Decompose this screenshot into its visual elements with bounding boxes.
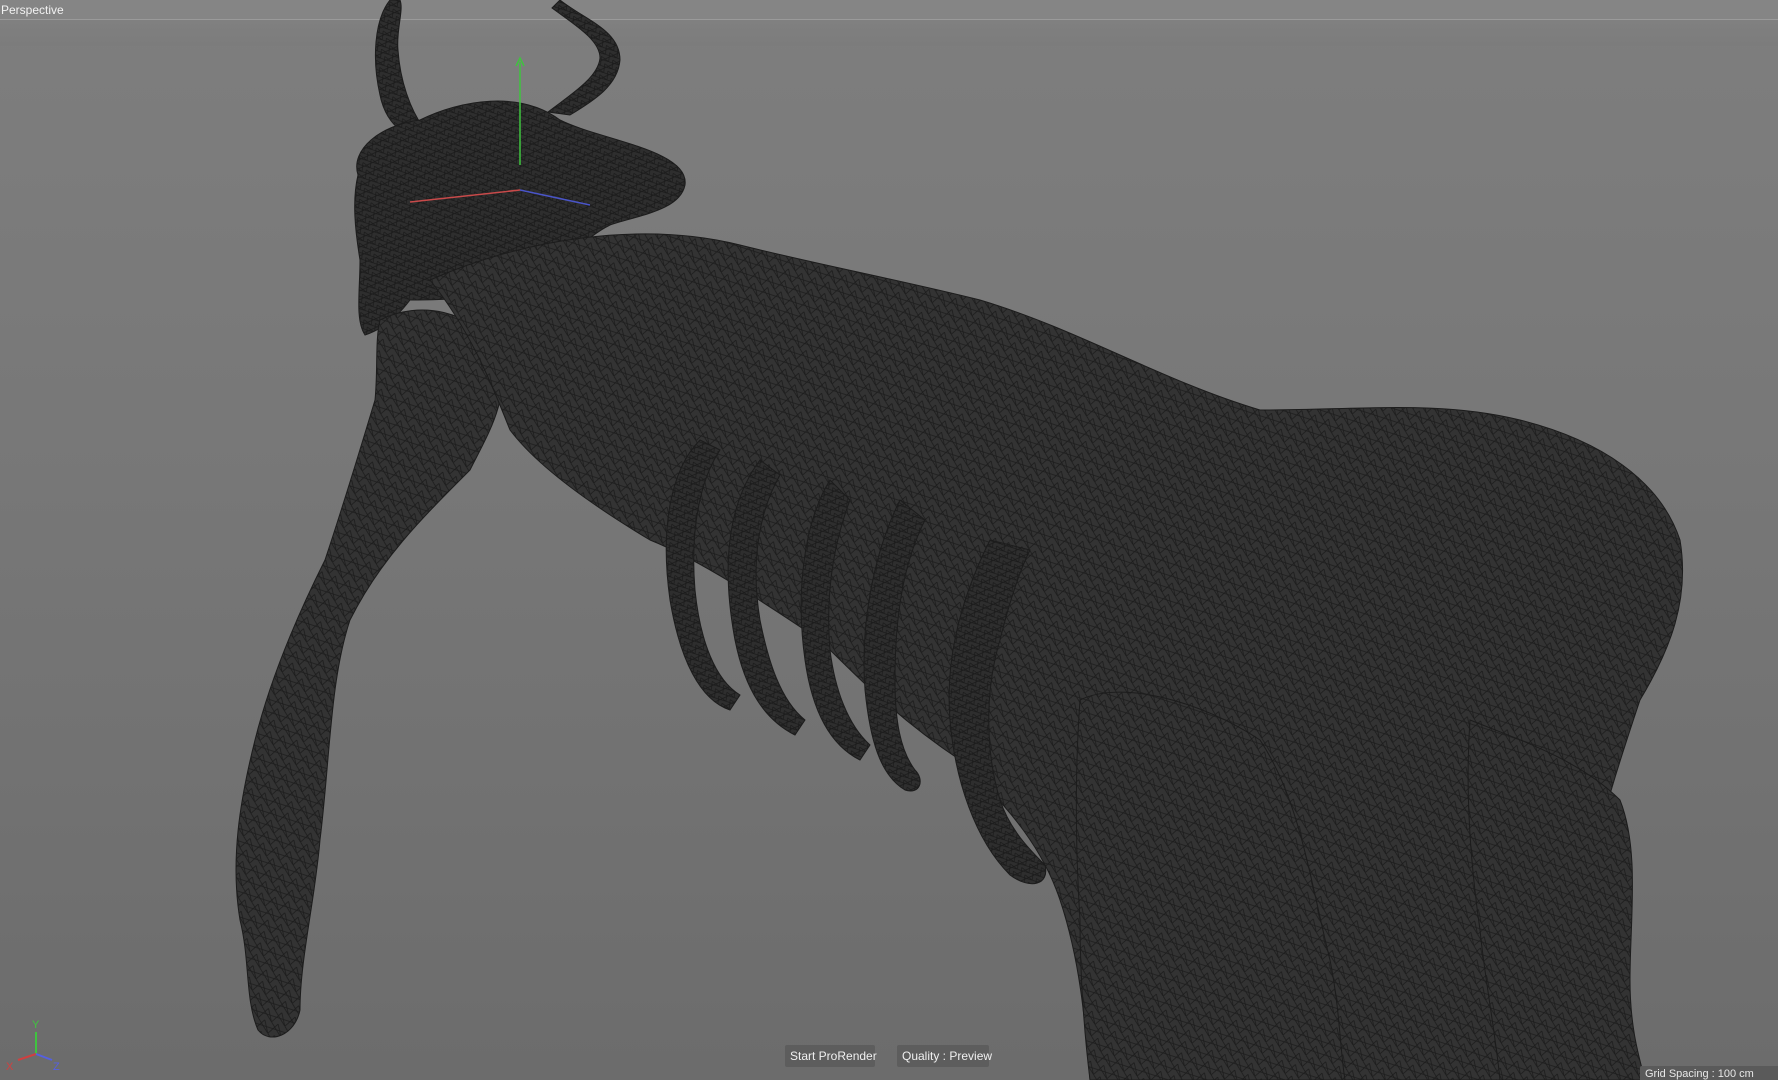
rear-leg <box>1467 719 1646 1080</box>
creature-wireframe-mesh[interactable] <box>0 0 1778 1080</box>
grid-spacing-readout: Grid Spacing : 100 cm <box>1640 1066 1778 1080</box>
quality-preview-button[interactable]: Quality : Preview <box>897 1045 992 1067</box>
z-axis-line <box>35 1053 53 1061</box>
x-axis-label: X <box>6 1061 14 1073</box>
left-arm <box>235 309 504 1038</box>
left-horn <box>374 0 426 136</box>
world-axis-gizmo: Y X Z <box>6 1019 60 1073</box>
z-axis-label: Z <box>53 1061 60 1073</box>
start-prorender-button[interactable]: Start ProRender <box>785 1045 877 1067</box>
right-horn <box>546 0 621 116</box>
x-axis-line <box>17 1053 37 1061</box>
3d-viewport[interactable]: Perspective Y X Z Start ProRender Qualit… <box>0 0 1778 1080</box>
y-axis-label: Y <box>32 1019 40 1031</box>
